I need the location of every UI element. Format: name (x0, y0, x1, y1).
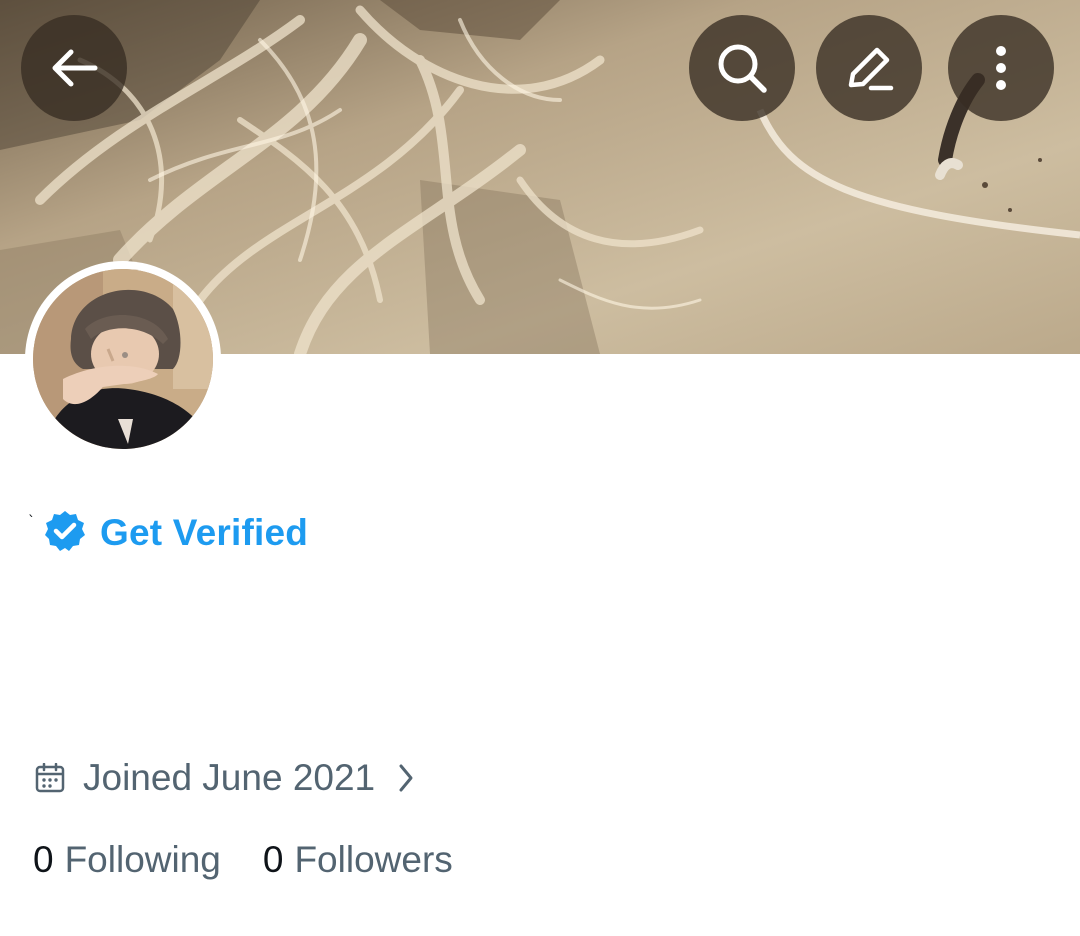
followers-link[interactable]: 0 Followers (263, 839, 453, 881)
avatar-image (33, 269, 213, 449)
profile-screen: ` Get Verified Joined June 2021 0 Follow… (0, 0, 1080, 936)
search-icon (718, 44, 767, 93)
back-button[interactable] (21, 15, 127, 121)
display-name: ` (28, 514, 35, 530)
following-count: 0 (33, 839, 54, 880)
follow-counts-row: 0 Following 0 Followers (33, 834, 453, 886)
profile-name-row: ` Get Verified (28, 505, 308, 561)
avatar-photo (33, 269, 213, 449)
joined-date-text: Joined June 2021 (83, 757, 376, 798)
followers-count: 0 (262, 839, 284, 880)
avatar[interactable] (25, 261, 221, 457)
following-link[interactable]: 0 Following (33, 839, 221, 881)
followers-label: Followers (294, 839, 453, 880)
more-vertical-icon (996, 46, 1006, 90)
more-options-button[interactable] (948, 15, 1054, 121)
following-label: Following (64, 839, 221, 880)
pencil-icon (848, 47, 894, 91)
get-verified-link[interactable]: Get Verified (100, 512, 308, 554)
arrow-left-icon (52, 49, 98, 87)
chevron-right-icon (399, 764, 413, 792)
joined-date-row[interactable]: Joined June 2021 (35, 752, 415, 804)
calendar-icon (35, 763, 65, 793)
edit-button[interactable] (816, 15, 922, 121)
verified-badge-icon[interactable] (44, 510, 86, 556)
search-button[interactable] (689, 15, 795, 121)
